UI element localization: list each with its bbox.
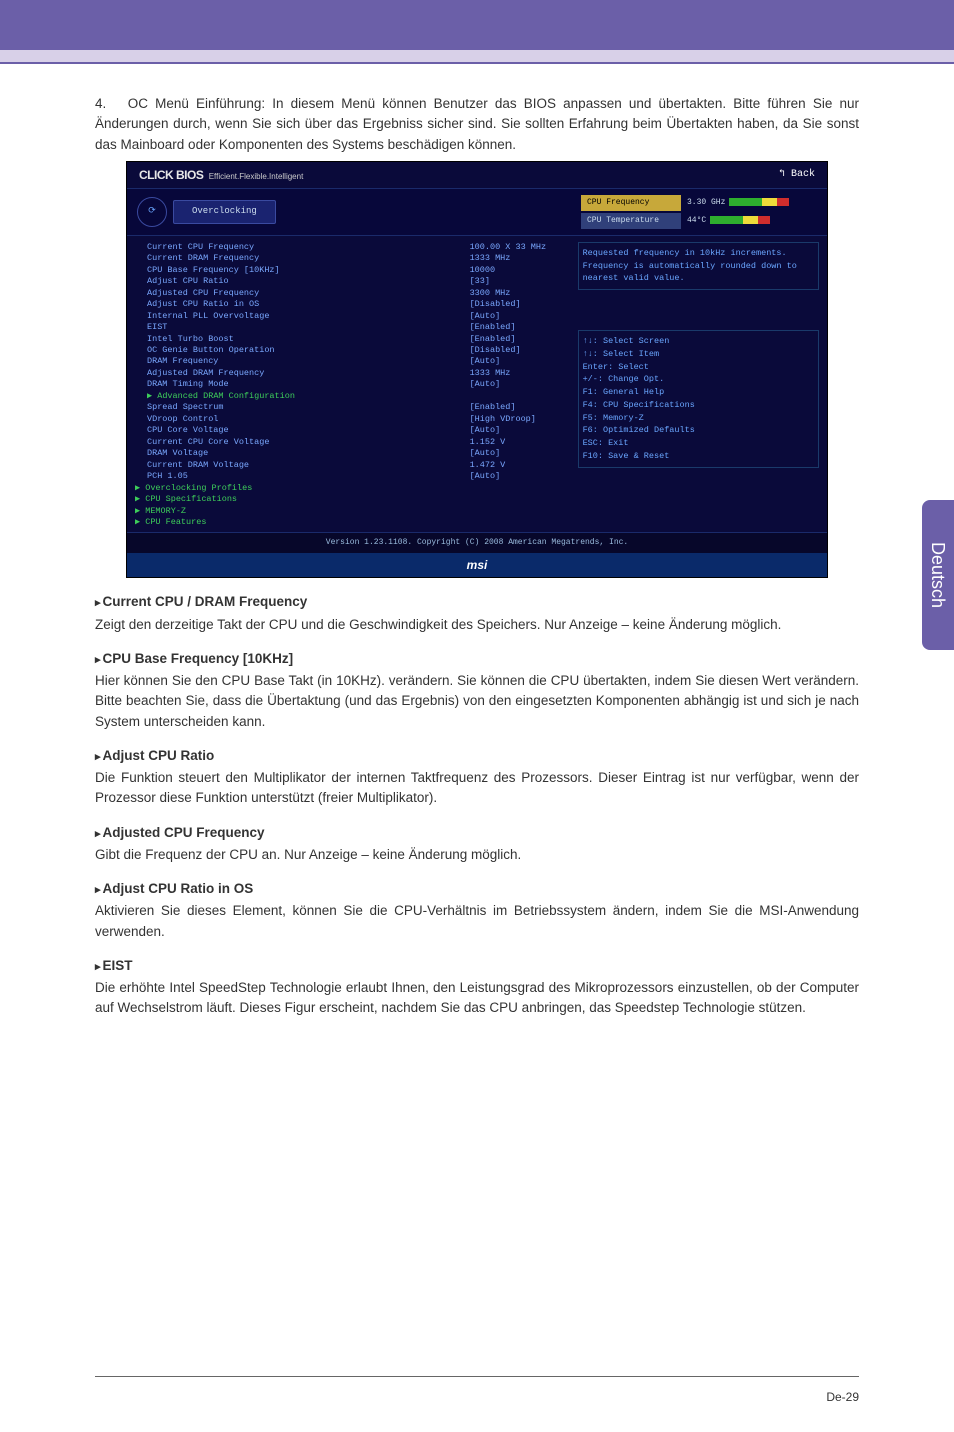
bios-logo-main: CLICK BIOS [139, 168, 203, 182]
bios-brand: msi [127, 553, 827, 577]
cpu-temp-val: 44°C [687, 215, 817, 227]
submenu-row[interactable]: ▶ CPU Specifications [135, 494, 570, 505]
intro-text: OC Menü Einführung: In diesem Menü könne… [95, 96, 859, 152]
setting-row[interactable]: Spread Spectrum[Enabled] [135, 402, 570, 413]
setting-row[interactable]: Adjust CPU Ratio in OS[Disabled] [135, 299, 570, 310]
top-bar [0, 0, 954, 50]
bios-header: CLICK BIOS Efficient.Flexible.Intelligen… [127, 162, 827, 189]
setting-row[interactable]: Adjusted DRAM Frequency1333 MHz [135, 368, 570, 379]
setting-row[interactable]: Intel Turbo Boost[Enabled] [135, 334, 570, 345]
page-content: 4. OC Menü Einführung: In diesem Menü kö… [0, 64, 954, 1019]
setting-row[interactable]: CPU Core Voltage[Auto] [135, 425, 570, 436]
setting-row[interactable]: OC Genie Button Operation[Disabled] [135, 345, 570, 356]
footer-rule [95, 1376, 859, 1377]
item-heading: Adjust CPU Ratio [95, 746, 859, 766]
item-body: Hier können Sie den CPU Base Takt (in 10… [95, 671, 859, 732]
key-hint: ESC: Exit [583, 437, 814, 450]
item-body: Die erhöhte Intel SpeedStep Technologie … [95, 978, 859, 1019]
overclocking-tab[interactable]: Overclocking [173, 200, 276, 224]
key-hint: F1: General Help [583, 386, 814, 399]
key-hint: F5: Memory-Z [583, 412, 814, 425]
readout-panel: CPU Frequency 3.30 GHz CPU Temperature 4… [581, 195, 817, 229]
setting-row[interactable]: DRAM Voltage[Auto] [135, 448, 570, 459]
item-heading: CPU Base Frequency [10KHz] [95, 649, 859, 669]
help-panel: Requested frequency in 10kHz increments.… [578, 242, 819, 529]
setting-row[interactable]: DRAM Timing Mode[Auto] [135, 379, 570, 390]
item-body: Aktivieren Sie dieses Element, können Si… [95, 901, 859, 942]
key-hint: F4: CPU Specifications [583, 399, 814, 412]
bios-toolbar: ⟳ Overclocking CPU Frequency 3.30 GHz CP… [127, 189, 827, 236]
submenu-row[interactable]: ▶ Overclocking Profiles [135, 483, 570, 494]
help-text: Requested frequency in 10kHz increments.… [578, 242, 819, 290]
cpu-temp-label: CPU Temperature [581, 213, 681, 229]
item-heading: EIST [95, 956, 859, 976]
item-body: Zeigt den derzeitige Takt der CPU und di… [95, 615, 859, 635]
setting-row[interactable]: Current DRAM Frequency1333 MHz [135, 253, 570, 264]
bios-screenshot: CLICK BIOS Efficient.Flexible.Intelligen… [126, 161, 828, 579]
key-hint: F10: Save & Reset [583, 450, 814, 463]
setting-row[interactable]: CPU Base Frequency [10KHz]10000 [135, 265, 570, 276]
item-body: Gibt die Frequenz der CPU an. Nur Anzeig… [95, 845, 859, 865]
bios-version: Version 1.23.1108. Copyright (C) 2008 Am… [127, 532, 827, 553]
setting-row[interactable]: Internal PLL Overvoltage[Auto] [135, 311, 570, 322]
setting-row[interactable]: Adjust CPU Ratio[33] [135, 276, 570, 287]
key-hint: ↑↓: Select Screen [583, 335, 814, 348]
bios-body: Current CPU Frequency100.00 X 33 MHzCurr… [127, 236, 827, 533]
bios-logo: CLICK BIOS Efficient.Flexible.Intelligen… [139, 166, 303, 184]
item-heading: Current CPU / DRAM Frequency [95, 592, 859, 612]
intro-paragraph: 4. OC Menü Einführung: In diesem Menü kö… [95, 94, 859, 155]
cpu-freq-val: 3.30 GHz [687, 197, 817, 209]
page-number: De-29 [826, 1390, 859, 1404]
bios-logo-sub: Efficient.Flexible.Intelligent [209, 172, 304, 181]
item-body: Die Funktion steuert den Multiplikator d… [95, 768, 859, 809]
setting-row[interactable]: EIST[Enabled] [135, 322, 570, 333]
setting-row[interactable]: DRAM Frequency[Auto] [135, 356, 570, 367]
settings-list: Current CPU Frequency100.00 X 33 MHzCurr… [135, 242, 570, 529]
item-heading: Adjust CPU Ratio in OS [95, 879, 859, 899]
setting-row[interactable]: Current DRAM Voltage1.472 V [135, 460, 570, 471]
back-button[interactable]: ↰ Back [779, 167, 815, 182]
key-hint: Enter: Select [583, 361, 814, 374]
overclock-icon: ⟳ [137, 197, 167, 227]
setting-row[interactable]: Current CPU Core Voltage1.152 V [135, 437, 570, 448]
intro-number: 4. [95, 96, 106, 111]
setting-row[interactable]: Adjusted CPU Frequency3300 MHz [135, 288, 570, 299]
adv-dram-config[interactable]: ▶ Advanced DRAM Configuration [135, 391, 570, 402]
setting-row[interactable]: PCH 1.05[Auto] [135, 471, 570, 482]
key-hint: F6: Optimized Defaults [583, 424, 814, 437]
item-heading: Adjusted CPU Frequency [95, 823, 859, 843]
cpu-freq-label: CPU Frequency [581, 195, 681, 211]
submenu-row[interactable]: ▶ CPU Features [135, 517, 570, 528]
language-tab: Deutsch [922, 500, 954, 650]
key-legend: ↑↓: Select Screen↑↓: Select ItemEnter: S… [578, 330, 819, 468]
setting-row[interactable]: VDroop Control[High VDroop] [135, 414, 570, 425]
submenu-row[interactable]: ▶ MEMORY-Z [135, 506, 570, 517]
sub-bar [0, 50, 954, 64]
setting-row[interactable]: Current CPU Frequency100.00 X 33 MHz [135, 242, 570, 253]
key-hint: ↑↓: Select Item [583, 348, 814, 361]
key-hint: +/-: Change Opt. [583, 373, 814, 386]
